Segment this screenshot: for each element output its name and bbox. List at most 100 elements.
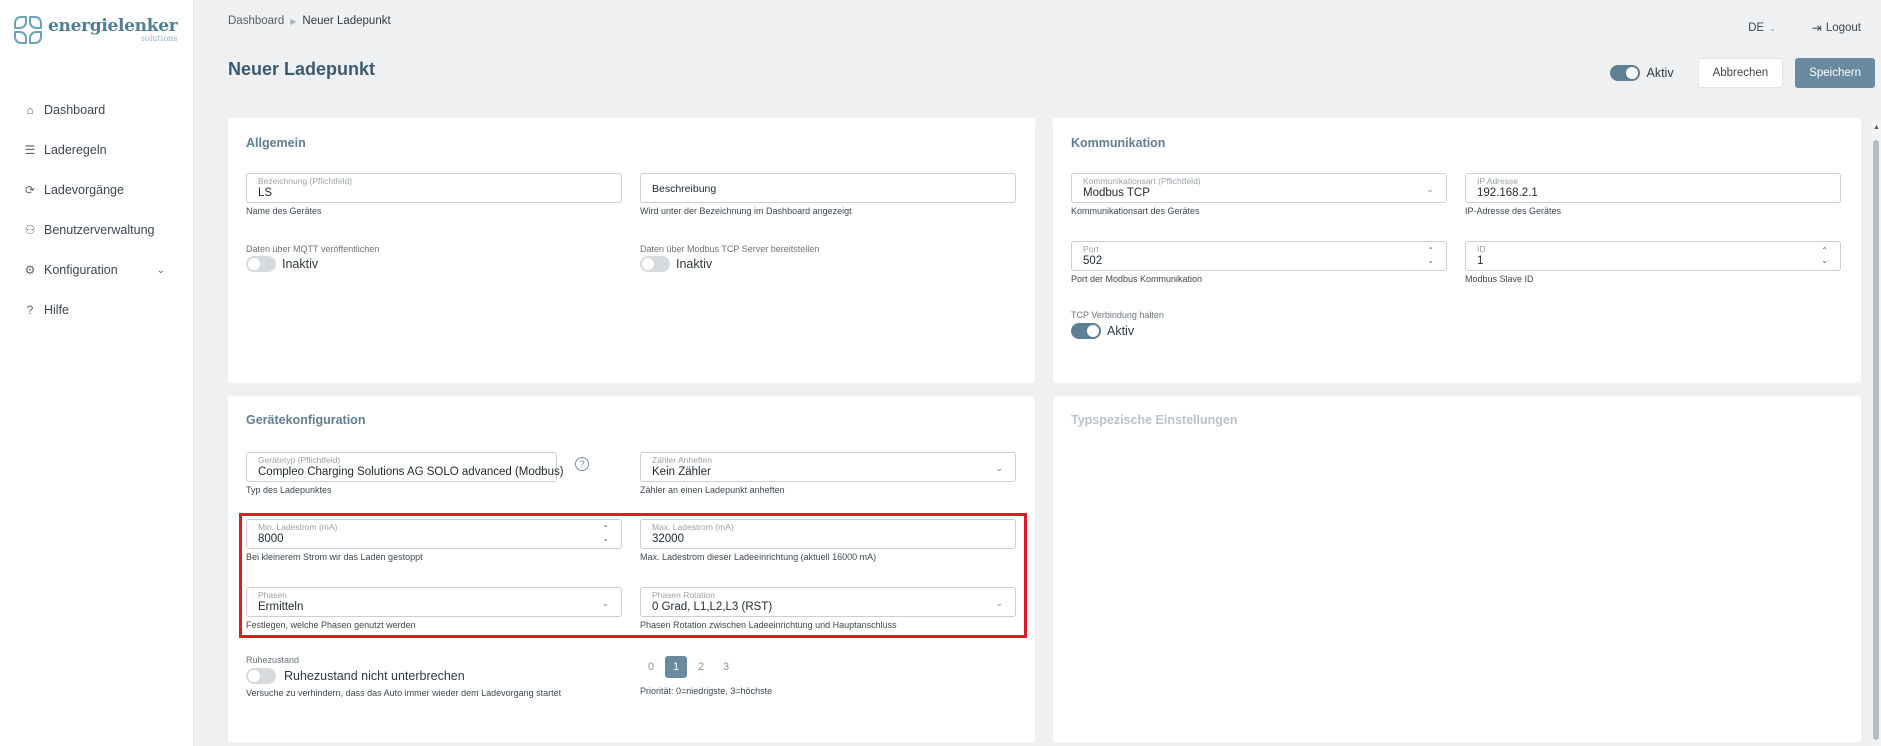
port-hint: Port der Modbus Kommunikation (1071, 274, 1203, 284)
priority-hint: Priorität: 0=niedrigste, 3=höchste (640, 686, 773, 696)
device-type-label: Gerätetyp (Pflichtfeld) (258, 455, 341, 465)
sidebar-item-label: Hilfe (44, 303, 70, 317)
tcp-keepalive-state: Aktiv (1107, 324, 1135, 338)
description-hint: Wird unter der Bezeichnung im Dashboard … (640, 206, 852, 216)
help-icon[interactable]: ? (575, 457, 589, 471)
cancel-button[interactable]: Abbrechen (1697, 58, 1784, 88)
breadcrumb-dashboard[interactable]: Dashboard (228, 15, 284, 27)
help-icon: ? (26, 303, 34, 317)
name-field-label: Bezeichnung (Pflichtfeld) (258, 176, 353, 186)
sidebar-item-hilfe[interactable]: ? Hilfe (0, 290, 193, 330)
sidebar-item-label: Ladevorgänge (44, 183, 124, 197)
chevron-down-icon: ⌄ (1769, 23, 1776, 33)
slave-id-value: 1 (1477, 255, 1484, 267)
port-value: 502 (1083, 255, 1103, 267)
description-placeholder: Beschreibung (652, 183, 717, 195)
communication-type-hint: Kommunikationsart des Gerätes (1071, 206, 1200, 216)
sleep-label: Ruhezustand (246, 655, 300, 665)
modbus-server-label: Daten über Modbus TCP Server bereitstell… (640, 244, 820, 254)
save-button[interactable]: Speichern (1795, 58, 1875, 88)
highlight-box (239, 513, 1027, 638)
priority-option[interactable]: 3 (715, 656, 737, 678)
mqtt-state: Inaktiv (282, 257, 319, 271)
slave-id-stepper[interactable]: ID 1 ⌃ ⌄ (1465, 241, 1841, 271)
device-type-value: Compleo Charging Solutions AG SOLO advan… (258, 466, 564, 478)
mqtt-toggle-row: Inaktiv (246, 256, 318, 272)
stepper-arrows-icon[interactable]: ⌃ ⌄ (1821, 246, 1828, 266)
logout-label: Logout (1825, 22, 1861, 34)
ip-address-field[interactable]: IP Adresse 192.168.2.1 (1465, 173, 1841, 203)
modbus-server-toggle-row: Inaktiv (640, 256, 712, 272)
chevron-down-icon: ⌄ (1426, 184, 1434, 194)
device-config-title: Gerätekonfiguration (246, 413, 366, 427)
name-field-value: LS (258, 187, 273, 199)
sleep-hint: Versuche zu verhindern, dass das Auto im… (246, 688, 562, 698)
meter-select[interactable]: Zähler Anheften Kein Zähler ⌄ (640, 452, 1016, 482)
sidebar-item-ladevorgaenge[interactable]: ⟳ Ladevorgänge (0, 170, 193, 210)
priority-option-selected[interactable]: 1 (665, 656, 687, 678)
priority-option[interactable]: 2 (690, 656, 712, 678)
scrollbar-thumb[interactable] (1873, 140, 1879, 740)
port-stepper[interactable]: Port 502 ⌃ ⌄ (1071, 241, 1447, 271)
modbus-server-toggle[interactable] (640, 256, 670, 272)
sidebar-item-konfiguration[interactable]: ⚙ Konfiguration ⌄ (0, 250, 193, 290)
type-settings-title: Typspezische Einstellungen (1071, 413, 1238, 427)
name-hint: Name des Gerätes (246, 206, 322, 216)
scroll-up-icon[interactable]: ▲ (1873, 124, 1880, 131)
language-value: DE (1748, 22, 1765, 34)
ip-address-hint: IP-Adresse des Gerätes (1465, 206, 1562, 216)
charging-icon: ⟳ (24, 183, 36, 197)
page-scrollbar[interactable]: ▲ (1871, 120, 1881, 746)
page-title: Neuer Ladepunkt (228, 59, 376, 79)
chevron-down-icon: ⌄ (156, 264, 165, 276)
type-settings-card: Typspezische Einstellungen (1053, 396, 1861, 742)
port-label: Port (1083, 244, 1099, 254)
mqtt-label: Daten über MQTT veröffentlichen (246, 244, 380, 254)
sidebar-item-benutzerverwaltung[interactable]: ⚇ Benutzerverwaltung (0, 210, 193, 250)
gear-icon: ⚙ (24, 263, 36, 277)
breadcrumb: Dashboard ▶ Neuer Ladepunkt (228, 15, 391, 27)
chevron-down-icon: ⌄ (995, 463, 1003, 473)
home-icon: ⌂ (26, 103, 34, 117)
sidebar-item-laderegeln[interactable]: ☰ Laderegeln (0, 130, 193, 170)
logout-button[interactable]: ⇥ Logout (1812, 21, 1861, 35)
communication-type-value: Modbus TCP (1083, 187, 1150, 199)
active-toggle[interactable] (1610, 65, 1641, 81)
logo-brand: energielenker (48, 16, 178, 36)
modbus-server-state: Inaktiv (676, 257, 713, 271)
sidebar-item-label: Dashboard (44, 103, 106, 117)
communication-card: Kommunikation Kommunikationsart (Pflicht… (1053, 118, 1861, 383)
logo-icon (14, 16, 44, 48)
general-card: Allgemein Bezeichnung (Pflichtfeld) LS N… (228, 118, 1035, 383)
sleep-toggle[interactable] (246, 668, 276, 684)
sidebar-item-label: Benutzerverwaltung (44, 223, 155, 237)
communication-type-label: Kommunikationsart (Pflichtfeld) (1083, 176, 1201, 186)
sleep-toggle-label: Ruhezustand nicht unterbrechen (284, 669, 465, 683)
language-select[interactable]: DE ⌄ (1748, 22, 1776, 34)
tcp-keepalive-label: TCP Verbindung halten (1071, 310, 1164, 320)
slave-id-hint: Modbus Slave ID (1465, 274, 1534, 284)
stepper-arrows-icon[interactable]: ⌃ ⌄ (1427, 246, 1434, 266)
sidebar-nav: ⌂ Dashboard ☰ Laderegeln ⟳ Ladevorgänge … (0, 90, 193, 330)
description-field[interactable]: Beschreibung (640, 173, 1016, 203)
users-icon: ⚇ (24, 223, 36, 237)
priority-option[interactable]: 0 (640, 656, 662, 678)
priority-selector: 0 1 2 3 (640, 656, 740, 678)
sidebar-item-label: Konfiguration (44, 263, 118, 277)
breadcrumb-current: Neuer Ladepunkt (302, 15, 391, 27)
device-type-select[interactable]: Gerätetyp (Pflichtfeld) Compleo Charging… (246, 452, 564, 482)
sidebar-item-dashboard[interactable]: ⌂ Dashboard (0, 90, 193, 130)
logo[interactable]: energielenker solutions (14, 16, 178, 48)
ip-address-label: IP Adresse (1477, 176, 1518, 186)
general-title: Allgemein (246, 136, 306, 150)
mqtt-toggle[interactable] (246, 256, 276, 272)
meter-value: Kein Zähler (652, 466, 711, 478)
name-field[interactable]: Bezeichnung (Pflichtfeld) LS (246, 173, 622, 203)
logout-icon: ⇥ (1811, 21, 1822, 35)
chevron-down-icon: ⌄ (536, 463, 544, 473)
meter-hint: Zähler an einen Ladepunkt anheften (640, 485, 785, 495)
communication-type-select[interactable]: Kommunikationsart (Pflichtfeld) Modbus T… (1071, 173, 1447, 203)
slave-id-label: ID (1477, 244, 1486, 254)
meter-label: Zähler Anheften (652, 455, 713, 465)
tcp-keepalive-toggle[interactable] (1071, 323, 1101, 339)
